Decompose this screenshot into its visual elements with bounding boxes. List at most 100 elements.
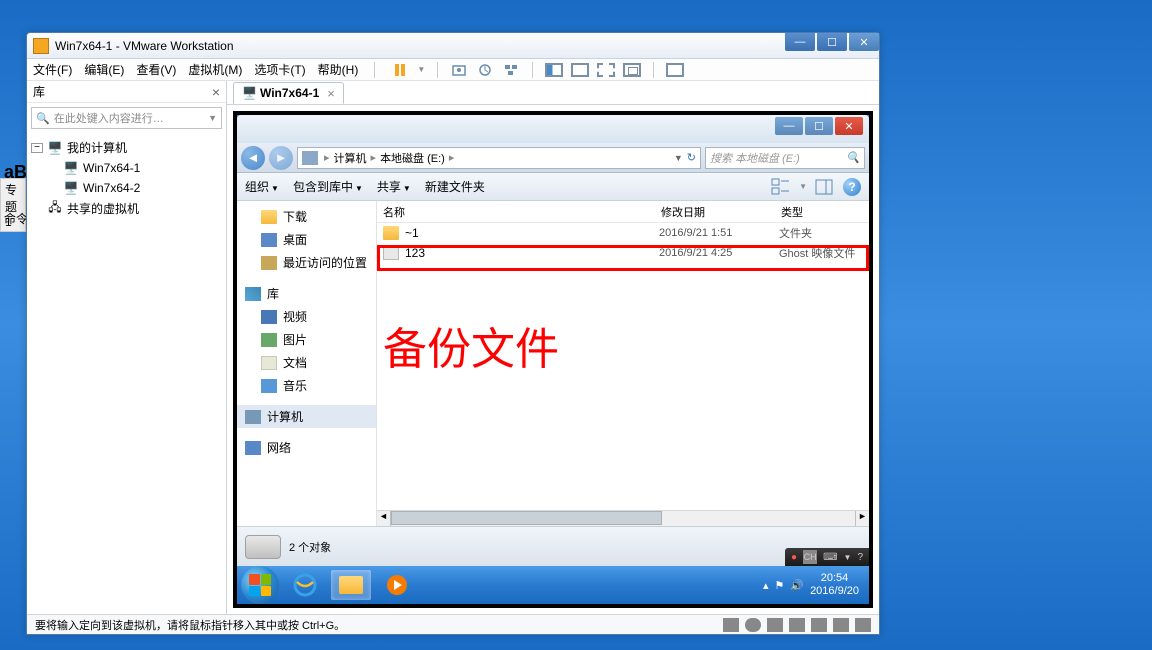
- cmd-organize[interactable]: 组织▼: [245, 178, 279, 195]
- drive-status-icon: [245, 535, 281, 559]
- forward-button[interactable]: ►: [269, 146, 293, 170]
- file-row-folder[interactable]: ~1 2016/9/21 1:51 文件夹: [377, 223, 869, 243]
- tree-video[interactable]: 视频: [237, 305, 376, 328]
- menu-edit[interactable]: 编辑(E): [84, 61, 124, 78]
- device-usb-icon[interactable]: [789, 618, 805, 632]
- address-bar[interactable]: ▸ 计算机 ▸ 本地磁盘 (E:) ▸ ▼ ↻: [297, 147, 701, 169]
- tree-pictures[interactable]: 图片: [237, 328, 376, 351]
- file-name: ~1: [405, 226, 659, 240]
- device-sound-icon[interactable]: [811, 618, 827, 632]
- view-thumbnails-icon[interactable]: [666, 63, 684, 77]
- file-list[interactable]: ~1 2016/9/21 1:51 文件夹 123 2016/9/21 4:25…: [377, 223, 869, 510]
- tree-computer[interactable]: 计算机: [237, 405, 376, 428]
- start-button[interactable]: [241, 566, 279, 604]
- pause-icon[interactable]: [391, 61, 409, 79]
- document-icon: [261, 356, 277, 370]
- horizontal-scrollbar[interactable]: ◄ ►: [377, 510, 869, 526]
- taskbar-explorer[interactable]: [331, 570, 371, 600]
- back-button[interactable]: ◄: [241, 146, 265, 170]
- revert-icon[interactable]: [476, 61, 494, 79]
- view-unity-icon[interactable]: [597, 63, 615, 77]
- tray-clock[interactable]: 20:54 2016/9/20: [810, 572, 859, 598]
- library-search-placeholder: 在此处键入内容进行…: [54, 110, 164, 126]
- tree-documents[interactable]: 文档: [237, 351, 376, 374]
- ime-toolbar[interactable]: ● CH ⌨ ▼ ?: [785, 548, 869, 566]
- device-net-icon[interactable]: [767, 618, 783, 632]
- device-cd-icon[interactable]: [745, 618, 761, 632]
- tree-label: Win7x64-2: [83, 181, 140, 195]
- explorer-titlebar[interactable]: — ☐ ✕: [237, 115, 869, 143]
- menu-view[interactable]: 查看(V): [136, 61, 176, 78]
- menu-vm[interactable]: 虚拟机(M): [188, 61, 242, 78]
- device-hdd-icon[interactable]: [723, 618, 739, 632]
- ime-help-icon[interactable]: ?: [857, 552, 863, 563]
- menu-file[interactable]: 文件(F): [33, 61, 72, 78]
- tray-expand-icon[interactable]: ▴: [763, 579, 769, 592]
- guest-maximize-button[interactable]: ☐: [805, 117, 833, 135]
- network-icon: [245, 441, 261, 455]
- refresh-icon[interactable]: ↻: [687, 151, 696, 164]
- menu-tabs[interactable]: 选项卡(T): [254, 61, 305, 78]
- recent-icon: [261, 256, 277, 270]
- ime-keyboard-icon[interactable]: ⌨: [823, 552, 837, 563]
- device-printer-icon[interactable]: [833, 618, 849, 632]
- tree-network[interactable]: 网络: [237, 436, 376, 459]
- ime-lang-button[interactable]: CH: [803, 550, 817, 564]
- tree-libraries[interactable]: 库: [237, 282, 376, 305]
- col-date[interactable]: 修改日期: [655, 204, 775, 220]
- menu-help[interactable]: 帮助(H): [318, 61, 359, 78]
- preview-pane-icon[interactable]: [815, 178, 835, 196]
- taskbar-ie[interactable]: [285, 570, 325, 600]
- library-close-icon[interactable]: ×: [212, 84, 220, 100]
- guest-minimize-button[interactable]: —: [775, 117, 803, 135]
- tree-desktop[interactable]: 桌面: [237, 228, 376, 251]
- maximize-button[interactable]: ☐: [817, 33, 847, 51]
- tree-downloads[interactable]: 下载: [237, 205, 376, 228]
- view-fullscreen-icon[interactable]: [571, 63, 589, 77]
- cmd-include[interactable]: 包含到库中▼: [293, 178, 363, 195]
- vm-tab-win7[interactable]: 🖥️ Win7x64-1 ×: [233, 82, 344, 104]
- crumb-computer[interactable]: 计算机: [334, 150, 367, 166]
- help-icon[interactable]: ?: [843, 178, 861, 196]
- tree-vm2[interactable]: 🖥️ Win7x64-2: [31, 178, 222, 198]
- col-type[interactable]: 类型: [775, 204, 865, 220]
- taskbar-wmp[interactable]: [377, 570, 417, 600]
- minimize-button[interactable]: —: [785, 33, 815, 51]
- snapshot-manager-icon[interactable]: [502, 61, 520, 79]
- tree-shared[interactable]: + 🖧 共享的虚拟机: [31, 198, 222, 219]
- tab-close-icon[interactable]: ×: [327, 86, 335, 101]
- vm-tab-label: Win7x64-1: [260, 86, 319, 100]
- tray-volume-icon[interactable]: 🔊: [790, 579, 804, 592]
- cmd-share[interactable]: 共享▼: [377, 178, 411, 195]
- tree-music[interactable]: 音乐: [237, 374, 376, 397]
- library-search-input[interactable]: 🔍 在此处键入内容进行… ▼: [31, 107, 222, 129]
- snapshot-icon[interactable]: [450, 61, 468, 79]
- col-name[interactable]: 名称: [377, 204, 655, 220]
- file-list-area: 名称 修改日期 类型 ~1 2016/9/21 1:51 文件夹: [377, 201, 869, 526]
- vmware-titlebar[interactable]: Win7x64-1 - VMware Workstation — ☐ ✕: [27, 33, 879, 59]
- annotation-box: [377, 245, 869, 271]
- dropdown-icon[interactable]: ▼: [208, 113, 217, 123]
- explorer-status-bar: 2 个对象: [237, 526, 869, 566]
- close-button[interactable]: ✕: [849, 33, 879, 51]
- view-multiple-icon[interactable]: [623, 63, 641, 77]
- tray-flag-icon[interactable]: ⚑: [774, 579, 784, 592]
- crumb-drive[interactable]: 本地磁盘 (E:): [380, 150, 445, 166]
- library-icon: [245, 287, 261, 301]
- cmd-new-folder[interactable]: 新建文件夹: [425, 178, 485, 195]
- tree-vm1[interactable]: 🖥️ Win7x64-1: [31, 158, 222, 178]
- vm-screen[interactable]: — ☐ ✕ ◄ ► ▸ 计算机 ▸ 本地磁盘 (E:): [233, 111, 873, 608]
- search-placeholder: 搜索 本地磁盘 (E:): [710, 150, 800, 166]
- collapse-icon[interactable]: −: [31, 143, 43, 153]
- drive-icon: [302, 151, 318, 165]
- dropdown-arrow-icon[interactable]: ▼: [417, 65, 425, 74]
- explorer-tree: 下载 桌面 最近访问的位置 库 视频 图片 文档 音乐 计算机: [237, 201, 377, 526]
- tree-recent[interactable]: 最近访问的位置: [237, 251, 376, 274]
- guest-close-button[interactable]: ✕: [835, 117, 863, 135]
- view-console-icon[interactable]: [545, 63, 563, 77]
- tree-my-computer[interactable]: − 🖥️ 我的计算机: [31, 137, 222, 158]
- view-mode-icon[interactable]: [771, 178, 791, 196]
- computer-icon: 🖥️: [47, 140, 63, 156]
- device-display-icon[interactable]: [855, 618, 871, 632]
- explorer-search-input[interactable]: 搜索 本地磁盘 (E:) 🔍: [705, 147, 865, 169]
